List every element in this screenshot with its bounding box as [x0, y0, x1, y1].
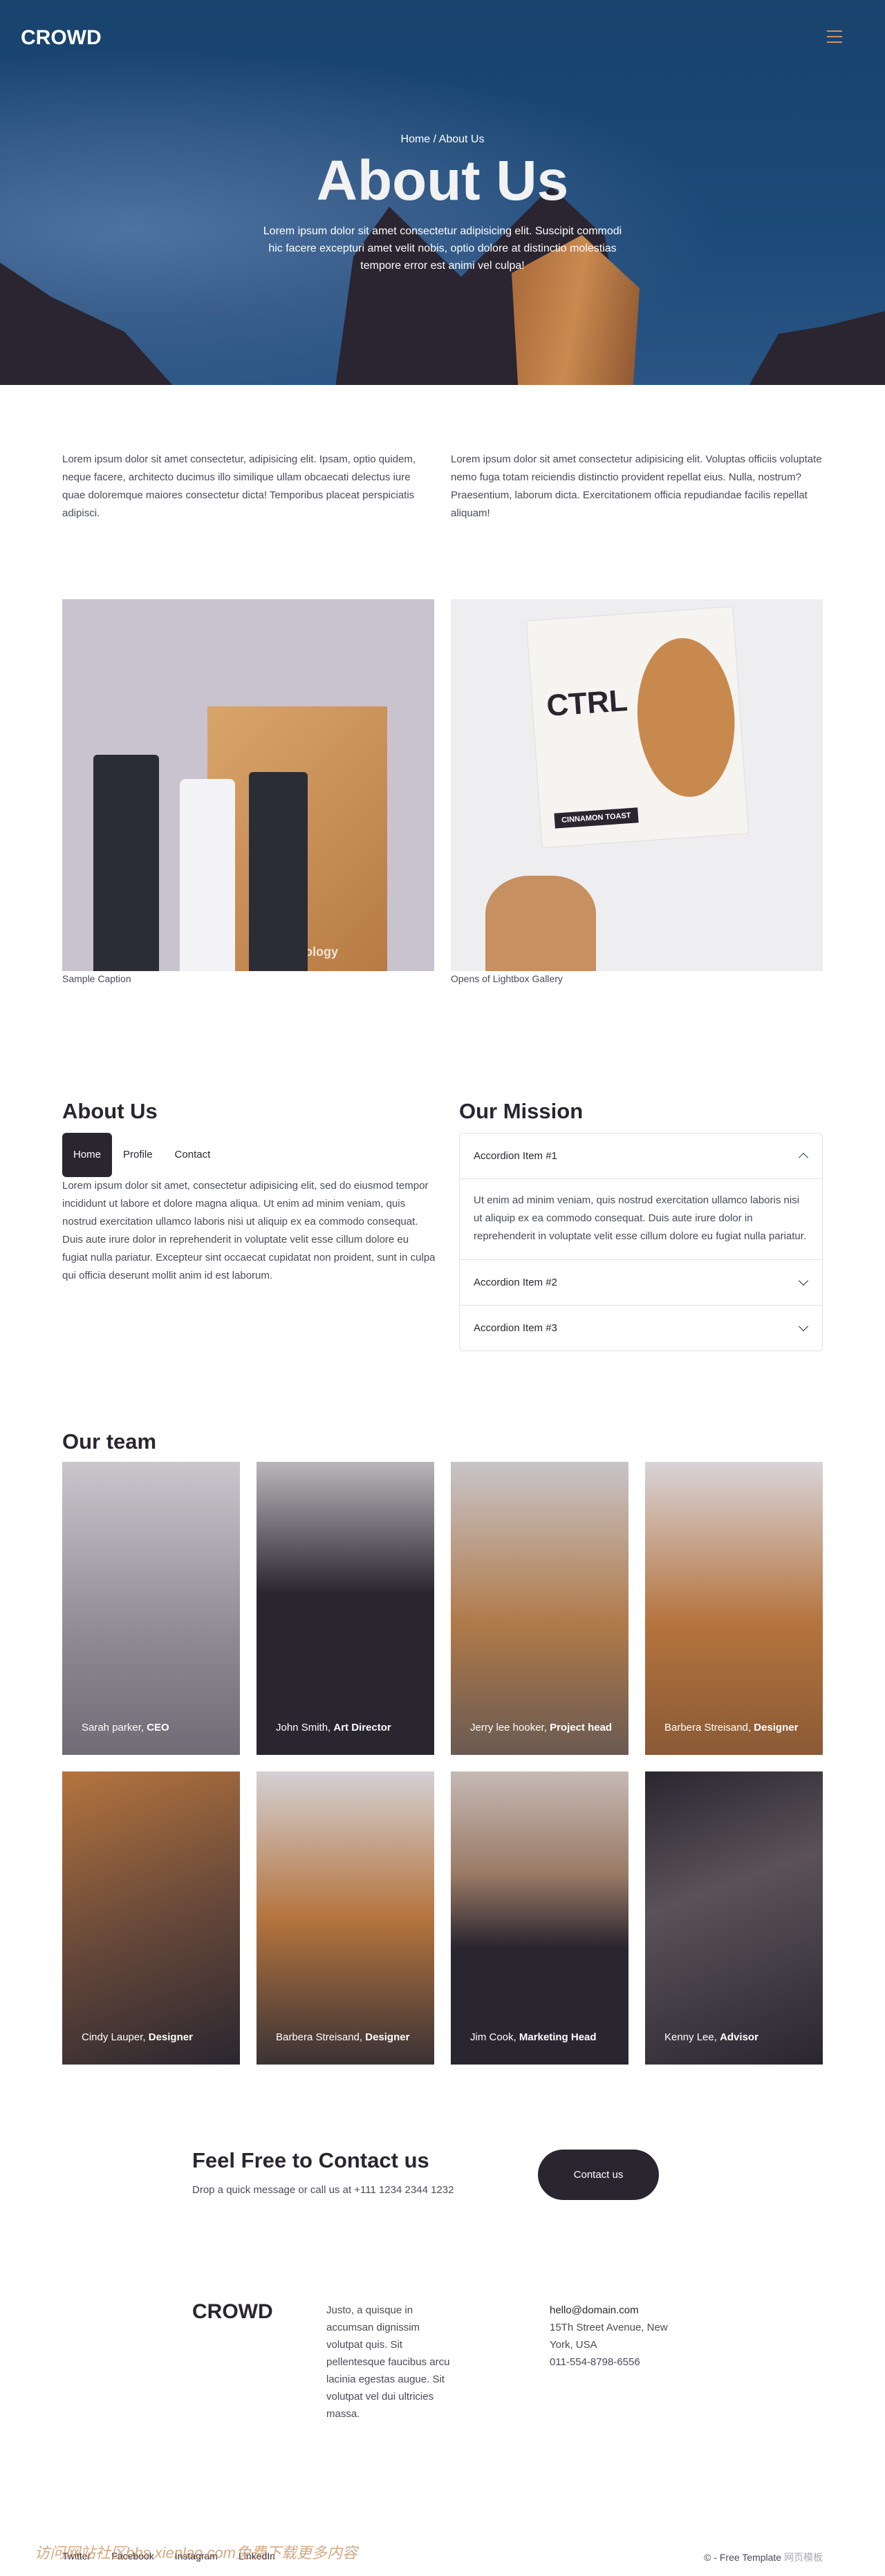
member-caption: Barbera Streisand, Designer: [664, 1722, 799, 1733]
mountain-silhouette: [748, 311, 885, 385]
accordion-item-3[interactable]: Accordion Item #3: [460, 1305, 822, 1351]
hero-text: Lorem ipsum dolor sit amet consectetur a…: [263, 225, 622, 272]
intro-paragraph: Lorem ipsum dolor sit amet consectetur, …: [62, 453, 416, 519]
pouch-graphic: [632, 634, 740, 800]
product-pouch: CTRL CINNAMON TOAST: [525, 605, 749, 849]
mission-heading: Our Mission: [459, 1099, 584, 1123]
linkedin-link[interactable]: LinkedIn: [239, 2550, 275, 2561]
member-caption: Barbera Streisand, Designer: [276, 2031, 410, 2043]
tab-home[interactable]: Home: [62, 1133, 113, 1177]
flavor-label: CINNAMON TOAST: [554, 807, 639, 829]
team-member-card[interactable]: Sarah parker, CEO: [62, 1462, 240, 1755]
hamburger-icon[interactable]: [827, 30, 842, 44]
team-member-card[interactable]: Kenny Lee, Advisor: [645, 1771, 823, 2065]
accordion-label: Accordion Item #2: [474, 1277, 557, 1288]
breadcrumb-home[interactable]: Home: [401, 133, 431, 145]
team-member-card[interactable]: Barbera Streisand, Designer: [645, 1462, 823, 1755]
breadcrumb-separator: /: [430, 133, 439, 145]
about-heading: About Us: [62, 1099, 158, 1123]
gallery-caption: Opens of Lightbox Gallery: [451, 973, 563, 984]
team-member-card[interactable]: John Smith, Art Director: [257, 1462, 434, 1755]
gallery-image-curology[interactable]: Curology: [62, 599, 434, 971]
product-label: CTRL: [545, 683, 629, 724]
hand: [485, 876, 596, 971]
chevron-down-icon: [798, 1275, 809, 1286]
footer-text: Justo, a quisque in accumsan dignissim v…: [326, 2304, 450, 2420]
product-tube: [249, 772, 308, 971]
tab-contact[interactable]: Contact: [164, 1133, 222, 1177]
address: 15Th Street Avenue, New York, USA: [550, 2322, 668, 2351]
copyright: © - Free Template 网页模板: [704, 2552, 823, 2563]
accordion-label: Accordion Item #3: [474, 1322, 557, 1334]
contact-text: Drop a quick message or call us at +111 …: [192, 2184, 454, 2196]
hero-banner: CROWD Home / About Us About Us Lorem ips…: [0, 0, 885, 385]
chevron-down-icon: [798, 1321, 809, 1332]
intro-paragraph: Lorem ipsum dolor sit amet consectetur a…: [451, 453, 822, 519]
phone: 011-554-8798-6556: [550, 2356, 640, 2368]
team-member-card[interactable]: Jerry lee hooker, Project head: [451, 1462, 628, 1755]
breadcrumb: Home / About Us: [0, 133, 885, 146]
chevron-up-icon: [798, 1152, 809, 1163]
logo[interactable]: CROWD: [21, 26, 102, 50]
twitter-link[interactable]: Twitter: [62, 2550, 91, 2561]
contact-us-button[interactable]: Contact us: [538, 2150, 659, 2200]
team-member-card[interactable]: Barbera Streisand, Designer: [257, 1771, 434, 2065]
mission-accordion: Accordion Item #1 Ut enim ad minim venia…: [459, 1133, 823, 1351]
email-link[interactable]: hello@domain.com: [550, 2304, 639, 2316]
member-caption: Cindy Lauper, Designer: [82, 2031, 193, 2043]
breadcrumb-current: About Us: [438, 133, 485, 145]
team-heading: Our team: [62, 1429, 157, 1454]
member-caption: John Smith, Art Director: [276, 1722, 391, 1733]
member-caption: Jim Cook, Marketing Head: [470, 2031, 597, 2043]
product-bottle: [180, 779, 235, 971]
accordion-item-1[interactable]: Accordion Item #1: [460, 1134, 822, 1179]
page-title: About Us: [316, 149, 569, 212]
product-tube: [93, 755, 159, 971]
accordion-item-2[interactable]: Accordion Item #2: [460, 1259, 822, 1305]
member-caption: Jerry lee hooker, Project head: [470, 1722, 613, 1733]
accordion-body: Ut enim ad minim veniam, quis nostrud ex…: [474, 1194, 807, 1242]
about-tabs: Home Profile Contact: [62, 1133, 221, 1177]
tab-profile[interactable]: Profile: [112, 1133, 164, 1177]
facebook-link[interactable]: Facebook: [111, 2550, 153, 2561]
about-text: Lorem ipsum dolor sit amet, consectetur …: [62, 1180, 436, 1281]
social-links: Twitter Facebook Instagram LinkedIn: [62, 2550, 275, 2561]
member-caption: Sarah parker, CEO: [82, 1722, 169, 1733]
mountain-silhouette: [0, 263, 187, 385]
gallery-image-ctrl[interactable]: CTRL CINNAMON TOAST: [451, 599, 823, 971]
footer-contact: hello@domain.com 15Th Street Avenue, New…: [550, 2302, 688, 2371]
footer-logo[interactable]: CROWD: [192, 2300, 273, 2324]
accordion-label: Accordion Item #1: [474, 1150, 557, 1162]
team-member-card[interactable]: Jim Cook, Marketing Head: [451, 1771, 628, 2065]
team-member-card[interactable]: Cindy Lauper, Designer: [62, 1771, 240, 2065]
gallery-caption: Sample Caption: [62, 973, 131, 984]
instagram-link[interactable]: Instagram: [175, 2550, 218, 2561]
member-caption: Kenny Lee, Advisor: [664, 2031, 758, 2043]
contact-heading: Feel Free to Contact us: [192, 2148, 429, 2172]
